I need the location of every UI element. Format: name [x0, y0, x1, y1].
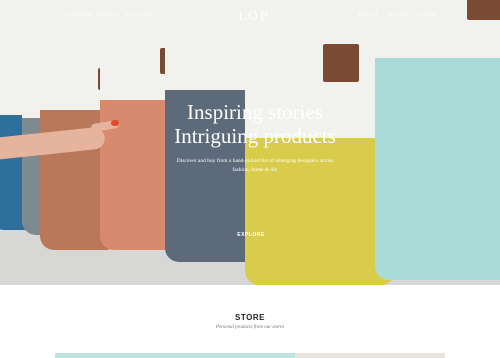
- site-logo[interactable]: LOP: [238, 9, 270, 23]
- store-section-title: STORE: [235, 313, 265, 322]
- top-nav: STORIES EVENTS CULTURE LOP ABOUT STORE L…: [0, 0, 500, 34]
- store-preview-image-right: [295, 353, 445, 358]
- explore-button[interactable]: EXPLORE: [234, 232, 268, 238]
- nav-item-about[interactable]: ABOUT: [358, 12, 378, 18]
- nav-item-events[interactable]: EVENTS: [97, 12, 121, 18]
- nav-item-stories[interactable]: STORIES: [66, 12, 92, 18]
- hero-banner: STORIES EVENTS CULTURE LOP ABOUT STORE L…: [0, 0, 500, 285]
- hero-headline-line1: Inspiring stories: [187, 100, 323, 124]
- store-preview-image-left: [55, 353, 295, 358]
- hand-image: [0, 118, 125, 163]
- nav-item-culture[interactable]: CULTURE: [125, 12, 152, 18]
- hero-headline-line2: Intriguing products: [174, 124, 336, 148]
- store-section-subtitle: Personal products from our stores: [215, 325, 285, 330]
- nav-item-store[interactable]: STORE: [388, 12, 408, 18]
- hero-subtitle: Discover and buy from a hand-picked list…: [176, 158, 334, 173]
- hero-headline: Inspiring stories Intriguing products: [150, 100, 360, 148]
- bag-mint: [375, 0, 500, 280]
- nav-item-login[interactable]: LOGIN: [419, 12, 438, 18]
